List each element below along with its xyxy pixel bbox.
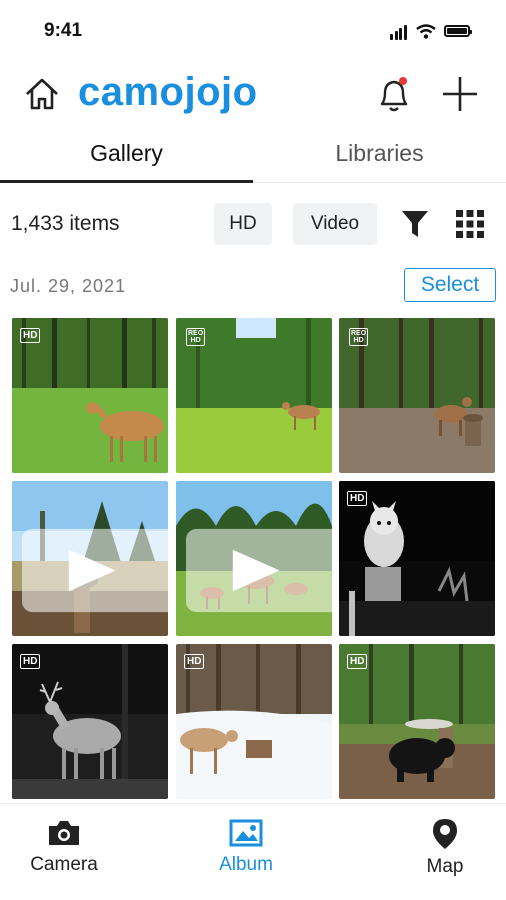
- status-time: 9:41: [44, 20, 83, 41]
- photo-tile[interactable]: [176, 481, 332, 636]
- map-pin-icon: [433, 819, 457, 849]
- battery-icon: [444, 25, 472, 37]
- home-icon[interactable]: [22, 74, 62, 114]
- status-bar: 9:41: [0, 0, 506, 60]
- grid-view-icon[interactable]: [456, 210, 484, 238]
- tab-libraries[interactable]: Libraries: [253, 140, 506, 167]
- hd-badge: HD: [20, 654, 41, 669]
- wifi-icon: [416, 23, 436, 39]
- photo-tile[interactable]: REO HD: [176, 318, 332, 473]
- nav-map[interactable]: Map: [385, 818, 505, 878]
- hd-badge: HD: [347, 654, 368, 669]
- photo-tile[interactable]: [12, 481, 168, 636]
- reo-hd-badge: REO HD: [349, 328, 369, 346]
- app-header: camojojo: [0, 66, 506, 126]
- hd-badge: HD: [20, 328, 41, 343]
- hd-filter-chip[interactable]: HD: [214, 203, 272, 245]
- bell-icon[interactable]: [374, 72, 414, 116]
- video-badge-icon: [186, 528, 332, 613]
- camera-icon: [49, 821, 79, 845]
- tab-active-indicator: [0, 180, 253, 183]
- add-icon[interactable]: [440, 74, 480, 114]
- tab-bar: Gallery Libraries: [0, 132, 506, 183]
- photo-tile[interactable]: HD: [176, 644, 332, 799]
- photo-tile[interactable]: HD: [12, 644, 168, 799]
- photo-tile[interactable]: HD: [339, 481, 495, 636]
- photo-tile[interactable]: HD: [12, 318, 168, 473]
- status-icons: [390, 22, 472, 40]
- select-button[interactable]: Select: [404, 268, 496, 302]
- video-badge-icon: [22, 528, 168, 613]
- nav-camera[interactable]: Camera: [4, 818, 124, 876]
- gallery-toolbar: 1,433 items HD Video: [0, 200, 506, 248]
- nav-album[interactable]: Album: [186, 818, 306, 876]
- hd-badge: HD: [184, 654, 205, 669]
- nav-map-label: Map: [426, 856, 464, 877]
- group-date: Jul. 29, 2021: [10, 276, 127, 296]
- nav-camera-label: Camera: [30, 854, 98, 875]
- video-filter-chip[interactable]: Video: [293, 203, 377, 245]
- reo-hd-badge: REO HD: [186, 328, 206, 346]
- item-count: 1,433 items: [11, 212, 120, 235]
- bottom-nav: Camera Album Map: [0, 803, 506, 900]
- app-logo: camojojo: [78, 70, 258, 114]
- photo-tile[interactable]: REO HD: [339, 318, 495, 473]
- image-icon: [229, 819, 263, 847]
- hd-badge: HD: [347, 491, 368, 506]
- filter-icon[interactable]: [400, 208, 430, 240]
- nav-album-label: Album: [219, 854, 273, 875]
- date-group-header: Jul. 29, 2021 Select: [0, 266, 506, 306]
- signal-icon: [390, 22, 408, 40]
- tab-gallery[interactable]: Gallery: [0, 140, 253, 167]
- photo-tile[interactable]: HD: [339, 644, 495, 799]
